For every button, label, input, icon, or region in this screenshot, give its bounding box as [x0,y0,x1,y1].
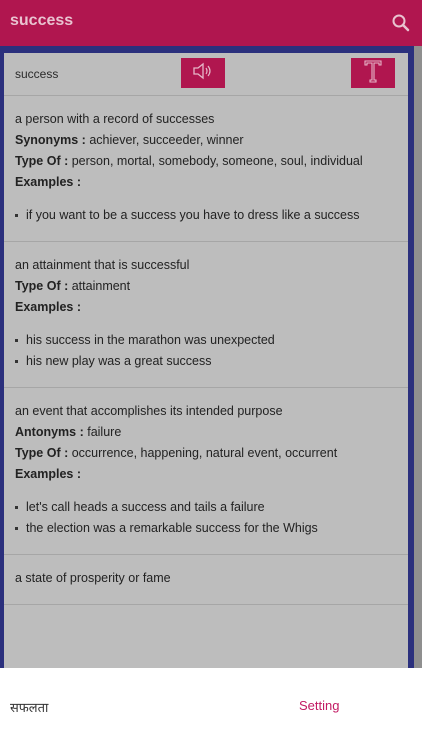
entry-2: an attainment that is successful Type Of… [4,242,408,388]
examples-label-row: Examples : [15,300,397,315]
field-label: Type Of : [15,279,69,293]
type-of-row: Type Of : person, mortal, somebody, some… [15,154,397,169]
entry-3: an event that accomplishes its intended … [4,388,408,555]
field-label: Examples : [15,175,82,189]
speaker-icon [192,62,214,85]
field-label: Examples : [15,467,82,481]
word-header: success [4,53,408,96]
antonyms-row: Antonyms : failure [15,425,397,440]
speak-button[interactable] [181,58,225,88]
word-label: success [15,67,59,81]
type-of-row: Type Of : occurrence, happening, natural… [15,446,397,461]
app-bar: success [0,0,422,46]
field-value: occurrence, happening, natural event, oc… [71,446,338,460]
field-label: Type Of : [15,154,69,168]
search-icon[interactable] [390,12,412,34]
example-item: his new play was a great success [15,354,397,369]
definition-text: a state of prosperity or fame [15,571,171,585]
entry-1: a person with a record of successes Syno… [4,96,408,242]
font-size-button[interactable] [351,58,395,88]
app-title: success [10,12,74,29]
field-value: achiever, succeeder, winner [89,133,244,147]
field-label: Antonyms : [15,425,84,439]
synonyms-row: Synonyms : achiever, succeeder, winner [15,133,397,148]
examples-list: his success in the marathon was unexpect… [15,333,397,369]
definition-text: an attainment that is successful [15,258,190,272]
definition-text: a person with a record of successes [15,112,215,126]
type-of-row: Type Of : attainment [15,279,397,294]
setting-button[interactable]: Setting [299,698,339,713]
field-value: attainment [71,279,131,293]
field-value: person, mortal, somebody, someone, soul,… [71,154,363,168]
bottom-bar: सफलता Setting [0,668,422,750]
example-item: the election was a remarkable success fo… [15,521,397,536]
examples-label-row: Examples : [15,175,397,190]
field-label: Type Of : [15,446,69,460]
entry-4: a state of prosperity or fame [4,555,408,605]
field-label: Synonyms : [15,133,86,147]
examples-label-row: Examples : [15,467,397,482]
scrollbar[interactable] [414,46,422,668]
translation-text: सफलता [10,700,49,715]
definition-text: an event that accomplishes its intended … [15,404,283,418]
examples-list: if you want to be a success you have to … [15,208,397,223]
field-label: Examples : [15,300,82,314]
field-value: failure [87,425,122,439]
examples-list: let's call heads a success and tails a f… [15,500,397,536]
example-item: let's call heads a success and tails a f… [15,500,397,515]
definition-panel[interactable]: success a person with a record of succes… [4,53,408,668]
example-item: if you want to be a success you have to … [15,208,397,223]
example-item: his success in the marathon was unexpect… [15,333,397,348]
font-T-icon [363,59,383,88]
